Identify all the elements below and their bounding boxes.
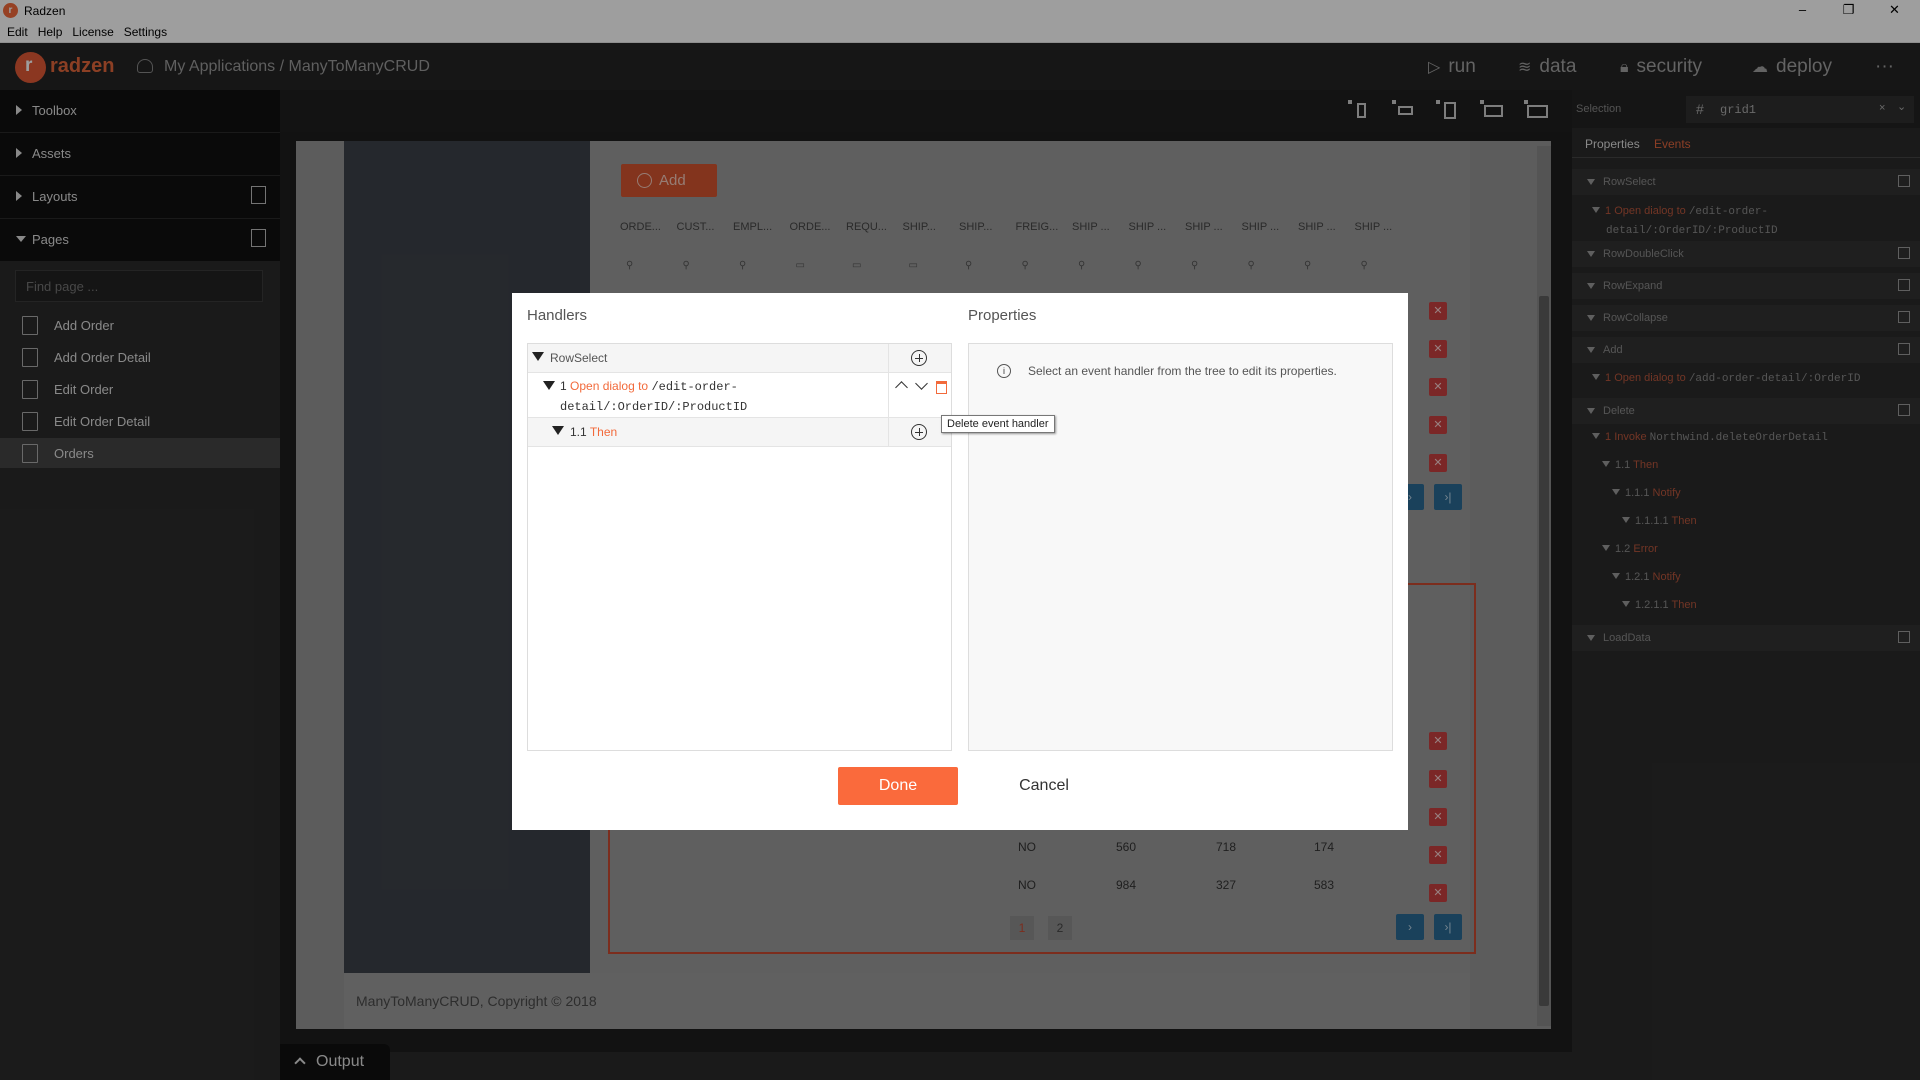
collapse-icon[interactable] [543,381,555,390]
properties-hint: Select an event handler from the tree to… [1028,364,1337,378]
collapse-icon[interactable] [552,426,564,435]
tree-row-subhandler[interactable]: 1.1 Then [528,418,951,447]
handler-path: detail/:OrderID/:ProductID [560,400,748,414]
add-handler-icon[interactable] [911,424,927,440]
move-down-icon[interactable] [915,377,928,390]
event-handlers-dialog: Handlers Properties RowSelect 1 Open dia… [512,293,1408,830]
tree-row-handler[interactable]: 1 Open dialog to /edit-order- detail/:Or… [528,373,951,418]
add-handler-icon[interactable] [911,350,927,366]
subhandler-label: 1.1 Then [570,425,618,439]
cancel-button[interactable]: Cancel [994,767,1094,805]
properties-title: Properties [968,307,1037,324]
handlers-title: Handlers [527,307,588,324]
properties-panel: i Select an event handler from the tree … [968,343,1393,751]
handlers-tree-panel: RowSelect 1 Open dialog to /edit-order- … [527,343,952,751]
collapse-icon[interactable] [532,352,544,361]
tree-row-event[interactable]: RowSelect [528,344,951,373]
done-button[interactable]: Done [838,767,958,805]
move-up-icon[interactable] [895,381,908,394]
delete-handler-tooltip: Delete event handler [941,415,1055,433]
trash-icon[interactable] [936,381,947,394]
event-name: RowSelect [550,351,608,365]
info-icon: i [997,364,1011,378]
handler-label: 1 Open dialog to /edit-order- [560,379,738,394]
